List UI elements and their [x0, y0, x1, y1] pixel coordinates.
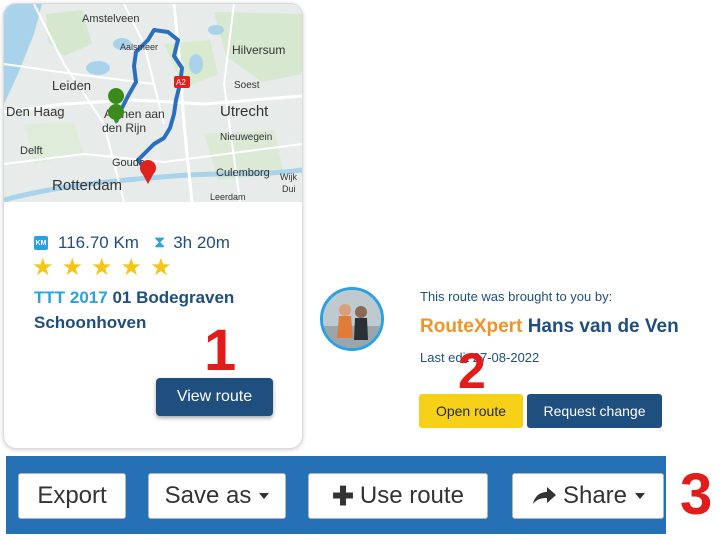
brought-by-text: This route was brought to you by:: [420, 289, 613, 304]
svg-text:Leerdam: Leerdam: [210, 192, 246, 202]
route-series[interactable]: TTT 2017: [34, 288, 108, 307]
route-map[interactable]: Amstelveen Aalsmeer Hilversum Leiden Soe…: [4, 4, 302, 202]
save-as-label: Save as: [164, 482, 252, 509]
route-stats: KM 116.70 Km ⧗ 3h 20m: [34, 233, 230, 253]
svg-text:Nieuwegein: Nieuwegein: [220, 132, 272, 143]
svg-text:Aalsmeer: Aalsmeer: [120, 42, 158, 52]
view-route-button[interactable]: View route: [156, 378, 273, 416]
svg-text:Rotterdam: Rotterdam: [52, 177, 122, 194]
route-card: Amstelveen Aalsmeer Hilversum Leiden Soe…: [4, 4, 302, 448]
callout-number-3: 3: [680, 462, 713, 527]
star-icon: ★: [150, 254, 172, 281]
svg-text:A2: A2: [176, 78, 186, 87]
distance-icon: KM: [34, 236, 48, 250]
duration-value: 3h 20m: [173, 233, 230, 252]
callout-number-1: 1: [204, 318, 237, 383]
svg-text:Delft: Delft: [20, 145, 43, 157]
request-change-button[interactable]: Request change: [527, 394, 662, 428]
svg-text:Leiden: Leiden: [52, 78, 91, 93]
svg-text:Hilversum: Hilversum: [232, 43, 285, 57]
author-name: Hans van de Ven: [527, 316, 679, 337]
svg-text:Utrecht: Utrecht: [220, 103, 269, 120]
share-button[interactable]: Share: [512, 473, 664, 519]
route-title[interactable]: TTT 2017 01 Bodegraven Schoonhoven: [34, 285, 274, 335]
svg-text:Soest: Soest: [234, 80, 260, 91]
svg-text:Culemborg: Culemborg: [216, 167, 270, 179]
plus-icon: ✚: [332, 480, 354, 511]
svg-text:den Rijn: den Rijn: [102, 121, 146, 135]
brand-name: RouteXpert: [420, 316, 523, 337]
route-toolbar: Export Save as ✚ Use route Share: [6, 456, 666, 534]
chevron-down-icon: [259, 493, 270, 499]
export-label: Export: [37, 482, 107, 509]
use-route-label: Use route: [359, 482, 464, 509]
author-line: RouteXpert Hans van de Ven: [420, 316, 679, 338]
share-label: Share: [562, 482, 628, 509]
use-route-button[interactable]: ✚ Use route: [308, 473, 488, 519]
svg-text:Amstelveen: Amstelveen: [82, 13, 139, 25]
star-icon: ★: [91, 254, 113, 281]
star-icon: ★: [61, 254, 84, 281]
distance-value: 116.70 Km: [58, 233, 139, 252]
hourglass-icon: ⧗: [153, 234, 166, 251]
author-avatar: [320, 287, 384, 351]
share-arrow-icon: [532, 487, 556, 504]
svg-text:Dui: Dui: [282, 184, 296, 194]
svg-text:Den Haag: Den Haag: [6, 104, 65, 119]
rating-stars: ★ ★ ★ ★ ★: [32, 256, 172, 280]
star-icon: ★: [32, 254, 54, 281]
open-route-button[interactable]: Open route: [419, 394, 523, 428]
callout-number-2: 2: [458, 343, 486, 399]
chevron-down-icon: [635, 493, 646, 499]
svg-text:Wijk: Wijk: [280, 172, 297, 182]
save-as-button[interactable]: Save as: [148, 473, 286, 519]
star-icon: ★: [120, 254, 143, 281]
export-button[interactable]: Export: [18, 473, 126, 519]
